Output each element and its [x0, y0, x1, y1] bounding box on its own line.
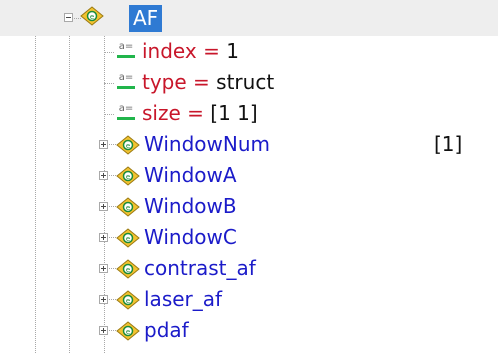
struct-node-icon: e — [116, 321, 140, 341]
tree-row-attr-size[interactable]: a= size = [1 1] — [0, 98, 498, 129]
attribute-icon: a= — [115, 41, 137, 63]
tree-row-child[interactable]: e WindowC — [0, 222, 498, 253]
node-label: WindowNum — [144, 132, 270, 156]
node-label: WindowB — [144, 194, 237, 218]
selected-node-label[interactable]: AF — [129, 5, 163, 32]
tree-row-child[interactable]: e WindowNum [1] — [0, 129, 498, 160]
node-value: [1] — [434, 132, 463, 156]
attribute-name: type — [142, 70, 187, 94]
svg-text:e: e — [126, 204, 130, 212]
struct-node-icon: e — [116, 228, 140, 248]
tree-connector — [104, 83, 114, 84]
attribute-label: index = 1 — [142, 39, 239, 63]
node-label: WindowC — [144, 225, 237, 249]
struct-node-icon: e — [116, 197, 140, 217]
expand-toggle[interactable] — [99, 171, 108, 180]
expand-toggle[interactable] — [99, 202, 108, 211]
attribute-name: size — [142, 101, 181, 125]
attribute-value: [1 1] — [210, 101, 258, 125]
tree-row-child[interactable]: e contrast_af — [0, 253, 498, 284]
attribute-label: size = [1 1] — [142, 101, 258, 125]
tree-row-attr-index[interactable]: a= index = 1 — [0, 36, 498, 67]
node-label: WindowA — [144, 163, 237, 187]
tree-row-child[interactable]: e laser_af — [0, 284, 498, 315]
tree-row-child[interactable]: e WindowA — [0, 160, 498, 191]
tree-row-attr-type[interactable]: a= type = struct — [0, 67, 498, 98]
tree-connector — [104, 114, 114, 115]
svg-text:e: e — [126, 266, 130, 274]
tree-row-child[interactable]: e WindowB — [0, 191, 498, 222]
attribute-value: 1 — [226, 39, 239, 63]
svg-text:e: e — [126, 328, 130, 336]
node-label: pdaf — [144, 318, 189, 342]
svg-text:e: e — [126, 235, 130, 243]
attribute-icon: a= — [115, 103, 137, 125]
attribute-icon: a= — [115, 72, 137, 94]
svg-text:e: e — [126, 297, 130, 305]
tree-connector — [104, 52, 114, 53]
struct-node-icon: e — [116, 290, 140, 310]
struct-node-icon: e — [116, 166, 140, 186]
expand-toggle[interactable] — [99, 326, 108, 335]
expand-toggle[interactable] — [99, 233, 108, 242]
node-label: laser_af — [144, 287, 223, 311]
node-label: contrast_af — [144, 256, 256, 280]
attribute-label: type = struct — [142, 70, 275, 94]
struct-node-icon: e — [80, 6, 104, 26]
attribute-icon-text: a= — [118, 72, 134, 83]
struct-node-icon: e — [116, 259, 140, 279]
collapse-toggle[interactable] — [64, 13, 73, 22]
attribute-icon-text: a= — [118, 103, 134, 114]
svg-text:e: e — [126, 173, 130, 181]
expand-toggle[interactable] — [99, 295, 108, 304]
tree-row-root[interactable]: e AF — [0, 0, 498, 36]
attribute-icon-text: a= — [118, 41, 134, 52]
struct-node-icon: e — [116, 135, 140, 155]
svg-text:e: e — [90, 13, 94, 21]
svg-text:e: e — [126, 142, 130, 150]
expand-toggle[interactable] — [99, 140, 108, 149]
tree-row-child[interactable]: e pdaf — [0, 315, 498, 346]
expand-toggle[interactable] — [99, 264, 108, 273]
attribute-value: struct — [216, 70, 275, 94]
attribute-name: index — [142, 39, 197, 63]
